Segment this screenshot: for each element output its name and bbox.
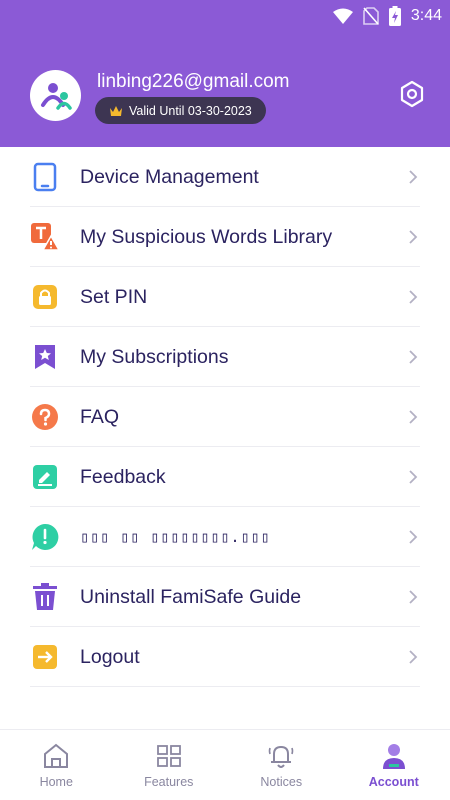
- bottom-nav: Home Features Notices Account: [0, 729, 450, 800]
- home-icon: [41, 741, 71, 771]
- tab-label: Notices: [260, 775, 303, 789]
- status-time: 3:44: [410, 7, 442, 24]
- account-email: linbing226@gmail.com: [97, 71, 290, 92]
- menu-item-set-pin[interactable]: Set PIN: [0, 267, 450, 327]
- settings-button[interactable]: [398, 80, 426, 108]
- menu-item-unrendered[interactable]: ▯▯▯ ▯▯ ▯▯▯▯▯▯▯▯.▯▯▯: [0, 507, 450, 567]
- menu-item-label: FAQ: [80, 405, 120, 428]
- user-icon: [379, 741, 409, 771]
- chevron-right-icon: [409, 350, 418, 364]
- menu-item-label: ▯▯▯ ▯▯ ▯▯▯▯▯▯▯▯.▯▯▯: [80, 528, 271, 546]
- chevron-right-icon: [409, 470, 418, 484]
- trash-icon: [30, 582, 60, 612]
- battery-charging-icon: [388, 6, 401, 26]
- menu-item-label: Set PIN: [80, 285, 148, 308]
- grid-icon: [154, 741, 184, 771]
- tab-label: Home: [39, 775, 73, 789]
- chevron-right-icon: [409, 530, 418, 544]
- chat-alert-icon: [30, 522, 60, 552]
- tab-label: Account: [368, 775, 419, 789]
- validity-badge: Valid Until 03-30-2023: [95, 97, 266, 124]
- menu-item-feedback[interactable]: Feedback: [0, 447, 450, 507]
- menu-item-logout[interactable]: Logout: [0, 627, 450, 687]
- wifi-icon: [332, 8, 353, 24]
- menu-item-label: Feedback: [80, 465, 166, 488]
- chevron-right-icon: [409, 650, 418, 664]
- chevron-right-icon: [409, 410, 418, 424]
- account-header: 3:44 linbing226@gmail.com Valid Until 03…: [0, 0, 450, 147]
- menu-item-label: Logout: [80, 645, 140, 668]
- divider: [30, 686, 420, 687]
- menu-item-label: My Suspicious Words Library: [80, 225, 333, 248]
- chevron-right-icon: [409, 230, 418, 244]
- tab-notices[interactable]: Notices: [225, 730, 338, 800]
- chevron-right-icon: [409, 590, 418, 604]
- validity-text: Valid Until 03-30-2023: [129, 103, 252, 118]
- star-bookmark-icon: [30, 342, 60, 372]
- question-icon: [30, 402, 60, 432]
- bell-icon: [266, 741, 296, 771]
- status-bar: 3:44: [332, 4, 442, 28]
- text-warning-icon: [30, 222, 60, 252]
- crown-icon: [110, 105, 122, 116]
- no-sim-icon: [363, 7, 379, 25]
- edit-icon: [30, 462, 60, 492]
- menu-item-subscriptions[interactable]: My Subscriptions: [0, 327, 450, 387]
- tablet-icon: [30, 162, 60, 192]
- account-menu: Device Management My Suspicious Words Li…: [0, 147, 450, 687]
- gear-icon: [400, 80, 424, 108]
- avatar[interactable]: [30, 70, 81, 121]
- lock-icon: [30, 282, 60, 312]
- tab-account[interactable]: Account: [338, 730, 450, 800]
- menu-item-faq[interactable]: FAQ: [0, 387, 450, 447]
- menu-item-suspicious-words[interactable]: My Suspicious Words Library: [0, 207, 450, 267]
- menu-item-uninstall-guide[interactable]: Uninstall FamiSafe Guide: [0, 567, 450, 627]
- chevron-right-icon: [409, 290, 418, 304]
- family-logo-icon: [40, 82, 72, 110]
- tab-label: Features: [144, 775, 194, 789]
- logout-icon: [30, 642, 60, 672]
- menu-item-label: Uninstall FamiSafe Guide: [80, 585, 302, 608]
- menu-item-label: Device Management: [80, 165, 259, 188]
- menu-item-device-management[interactable]: Device Management: [0, 147, 450, 207]
- chevron-right-icon: [409, 170, 418, 184]
- menu-item-label: My Subscriptions: [80, 345, 229, 368]
- tab-features[interactable]: Features: [113, 730, 226, 800]
- tab-home[interactable]: Home: [0, 730, 113, 800]
